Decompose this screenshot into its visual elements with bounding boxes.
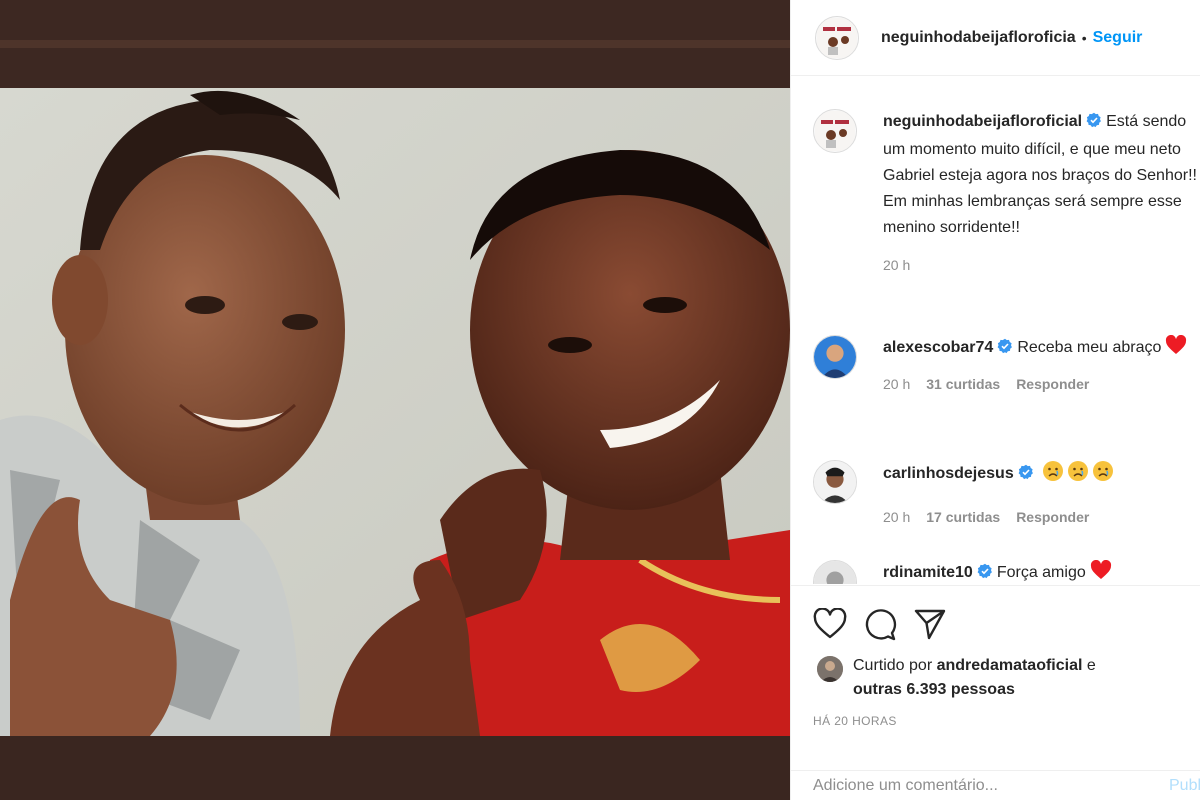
commenter-avatar[interactable] <box>813 560 857 584</box>
liked-by-and: e <box>1086 657 1096 674</box>
comment-body: Receba meu abraço <box>1017 339 1162 356</box>
comment-item: carlinhosdejesus 20 h 17 curtidas Respon… <box>813 460 1200 525</box>
separator-dot: • <box>1081 29 1087 46</box>
post-sidebar: neguinhodabeijafloroficia • Seguir negui… <box>790 0 1200 800</box>
heart-outline-icon[interactable] <box>813 608 847 640</box>
publish-button[interactable]: Publicar <box>1169 777 1200 795</box>
caption-author[interactable]: neguinhodabeijafloroficial <box>883 113 1082 130</box>
comment-text: carlinhosdejesus <box>883 460 1200 491</box>
liked-by-prefix: Curtido por <box>853 657 933 674</box>
follow-button[interactable]: Seguir <box>1093 29 1143 47</box>
post-timestamp[interactable]: HÁ 20 HORAS <box>791 702 1200 728</box>
author-avatar[interactable] <box>815 15 859 60</box>
post-actions: Curtido por andredamataoficial e outras … <box>791 585 1200 728</box>
caption: neguinhodabeijafloroficial Está sendo um … <box>813 109 1200 273</box>
red-heart-emoji-icon <box>1165 334 1187 364</box>
comment-likes[interactable]: 31 curtidas <box>926 376 1000 392</box>
comment-author[interactable]: rdinamite10 <box>883 564 973 581</box>
reply-button[interactable]: Responder <box>1016 509 1089 525</box>
comment-body: Força amigo <box>996 564 1086 581</box>
comments-section[interactable]: neguinhodabeijafloroficial Está sendo um … <box>791 77 1200 584</box>
paper-plane-icon[interactable] <box>913 607 947 641</box>
crying-face-emoji-icon <box>1092 460 1114 491</box>
comment-text: alexescobar74 Receba meu abraço <box>883 334 1200 364</box>
liked-by-others[interactable]: outras 6.393 pessoas <box>853 681 1015 698</box>
comment-author[interactable]: alexescobar74 <box>883 339 993 356</box>
comment-author[interactable]: carlinhosdejesus <box>883 465 1014 482</box>
photo-illustration <box>0 0 790 800</box>
author-avatar-image <box>817 17 857 58</box>
commenter-avatar[interactable] <box>813 460 857 504</box>
verified-icon <box>997 337 1013 363</box>
comment-item: rdinamite10 Força amigo <box>813 559 1200 584</box>
caption-body-line2: Em minhas lembranças será sempre esse me… <box>883 193 1182 236</box>
crying-face-emoji-icon <box>1067 460 1089 491</box>
caption-time[interactable]: 20 h <box>883 257 910 273</box>
verified-icon <box>1086 111 1102 137</box>
post-header: neguinhodabeijafloroficia • Seguir <box>791 0 1200 76</box>
comment-text: rdinamite10 Força amigo <box>883 559 1200 584</box>
comment-meta: 20 h 17 curtidas Responder <box>883 509 1200 525</box>
comment-meta: 20 h 31 curtidas Responder <box>883 376 1200 392</box>
commenter-avatar-image <box>814 336 856 378</box>
commenter-avatar[interactable] <box>813 335 857 379</box>
liked-by-user[interactable]: andredamataoficial <box>937 657 1083 674</box>
commenter-avatar-image <box>814 461 856 503</box>
caption-text: neguinhodabeijafloroficial Está sendo um … <box>883 109 1200 241</box>
add-comment-bar: Publicar <box>791 770 1200 800</box>
comment-bubble-icon[interactable] <box>863 607 897 641</box>
verified-icon <box>1018 463 1034 489</box>
verified-icon <box>977 562 993 584</box>
post-photo <box>0 0 790 800</box>
likes-summary: Curtido por andredamataoficial e outras … <box>791 644 1200 702</box>
comment-time[interactable]: 20 h <box>883 509 910 525</box>
reply-button[interactable]: Responder <box>1016 376 1089 392</box>
likes-text: Curtido por andredamataoficial e outras … <box>853 654 1096 702</box>
caption-meta: 20 h <box>883 257 1200 273</box>
caption-avatar-image <box>815 111 855 151</box>
post-author-username[interactable]: neguinhodabeijafloroficia <box>881 29 1076 47</box>
caption-author-avatar[interactable] <box>813 109 857 153</box>
comment-time[interactable]: 20 h <box>883 376 910 392</box>
action-bar <box>791 586 1200 644</box>
comment-likes[interactable]: 17 curtidas <box>926 509 1000 525</box>
commenter-avatar-image <box>814 561 856 584</box>
comment-input[interactable] <box>813 777 1143 795</box>
liker-avatar[interactable] <box>817 656 843 682</box>
red-heart-emoji-icon <box>1090 559 1112 584</box>
crying-face-emoji-icon <box>1042 460 1064 491</box>
comment-item: alexescobar74 Receba meu abraço 20 h 31 c… <box>813 334 1200 392</box>
